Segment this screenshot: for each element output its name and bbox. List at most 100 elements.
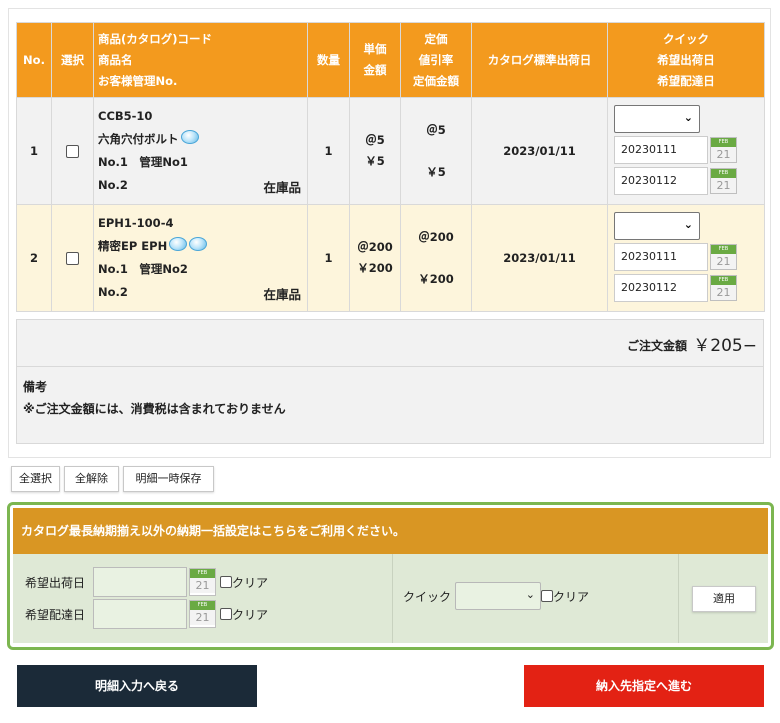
calendar-icon[interactable]: FEB 21: [189, 568, 216, 596]
row-qty: 1: [307, 204, 350, 312]
product-code: CCB5-10: [98, 109, 153, 123]
stock-status: 在庫品: [263, 180, 301, 195]
table-row: 1 CCB5-10 六角穴付ボルト No.1 管理No1 No.2 在庫品 1 …: [16, 97, 765, 205]
unit-price-cell: ＠5 ￥5: [349, 97, 401, 205]
bulk-ship-input[interactable]: [93, 567, 187, 597]
save-temp-button[interactable]: 明細一時保存: [123, 466, 214, 492]
calendar-icon[interactable]: FEB 21: [710, 274, 737, 301]
delivery-date-input[interactable]: 20230112: [614, 166, 708, 195]
quick-select[interactable]: ⌄: [614, 104, 700, 133]
list-price: ＠5: [426, 122, 446, 137]
product-cell: CCB5-10 六角穴付ボルト No.1 管理No1 No.2 在庫品: [93, 97, 308, 205]
calendar-icon[interactable]: FEB 21: [189, 600, 216, 628]
header-list-price: 定価 値引率 定価金額: [400, 22, 472, 98]
product-name: 六角穴付ボルト: [98, 132, 179, 146]
calendar-icon[interactable]: FEB 21: [710, 136, 737, 163]
header-unit: 単価: [363, 42, 387, 56]
proceed-to-delivery-button[interactable]: 納入先指定へ進む: [524, 665, 764, 707]
header-unit-price: 単価 金額: [349, 22, 401, 98]
calendar-day: 21: [711, 177, 736, 193]
ship-date-row: 20230111 FEB 21: [614, 135, 764, 164]
bulk-delivery-input[interactable]: [93, 599, 187, 629]
bulk-ship-row: 希望出荷日 FEB 21 クリア: [25, 567, 268, 597]
bulk-delivery-clear-checkbox[interactable]: [220, 608, 232, 620]
header-quick-label: クイック: [663, 31, 709, 46]
deselect-all-button[interactable]: 全解除: [64, 466, 119, 492]
header-customer-mgmt: お客様管理No.: [98, 73, 178, 88]
header-ship-date: 希望出荷日: [657, 52, 715, 67]
delivery-date-row: 20230112 FEB 21: [614, 273, 764, 302]
back-to-detail-button[interactable]: 明細入力へ戻る: [17, 665, 257, 707]
bulk-quick-clear-label: クリア: [553, 589, 590, 604]
discount-rate: [401, 248, 471, 269]
table-row: 2 EPH1-100-4 精密EP EPH No.1 管理No2 No.2 在庫…: [16, 204, 765, 312]
row-select-checkbox[interactable]: [66, 252, 79, 265]
bulk-ship-clear-checkbox[interactable]: [220, 576, 232, 588]
bulk-header: カタログ最長納期揃え以外の納期一括設定はこちらをご利用ください。: [13, 508, 768, 554]
unit-price: ＠5: [365, 133, 385, 147]
list-price-cell: ＠200 ￥200: [400, 204, 472, 312]
apply-button[interactable]: 適用: [692, 586, 756, 612]
order-total-box: ご注文金額 ￥205−: [16, 319, 764, 367]
calendar-month: FEB: [711, 275, 736, 285]
row-no: 2: [16, 204, 52, 312]
delivery-date-input[interactable]: 20230112: [614, 273, 708, 302]
calendar-day: 21: [190, 610, 215, 625]
customer-mgmt-no: No.1 管理No2: [98, 262, 188, 276]
calendar-day: 21: [190, 578, 215, 593]
speech-bubble-icon[interactable]: [169, 236, 188, 251]
product-code: EPH1-100-4: [98, 216, 174, 230]
product-name-line: 六角穴付ボルト: [98, 128, 307, 151]
header-qty: 数量: [307, 22, 350, 98]
amount: ￥5: [365, 154, 385, 168]
select-all-button[interactable]: 全選択: [11, 466, 60, 492]
chat-bubble-icon[interactable]: [189, 236, 208, 251]
customer-mgmt-no: No.1 管理No1: [98, 155, 188, 169]
calendar-icon[interactable]: FEB 21: [710, 243, 737, 270]
calendar-day: 21: [711, 284, 736, 300]
order-total-label: ご注文金額: [626, 339, 687, 353]
discount-rate: [401, 141, 471, 162]
order-total-value: ￥205−: [693, 336, 757, 356]
calendar-month: FEB: [711, 168, 736, 178]
chevron-down-icon: ⌄: [683, 110, 693, 124]
calendar-day: 21: [711, 253, 736, 269]
row-select-checkbox[interactable]: [66, 145, 79, 158]
notes-text: ※ご注文金額には、消費税は含まれておりません: [23, 402, 286, 416]
bulk-date-cell: 希望出荷日 FEB 21 クリア 希望配達日 FEB 21 クリア: [13, 554, 393, 643]
stock-status: 在庫品: [263, 287, 301, 302]
bulk-delivery-clear-label: クリア: [232, 607, 269, 622]
bulk-ship-clear-label: クリア: [232, 575, 269, 590]
product-name: 精密EP EPH: [98, 239, 168, 253]
bulk-quick-row: クイック ⌄ クリア: [403, 582, 589, 610]
row-select-cell: [51, 97, 94, 205]
header-delivery-date: 希望配達日: [657, 73, 715, 88]
header-product: 商品(カタログ)コード 商品名 お客様管理No.: [93, 22, 308, 98]
product-name-line: 精密EP EPH: [98, 235, 307, 258]
bulk-body: 希望出荷日 FEB 21 クリア 希望配達日 FEB 21 クリア クイック ⌄ ク…: [13, 554, 768, 643]
ship-date-input[interactable]: 20230111: [614, 135, 708, 164]
list-price-cell: ＠5 ￥5: [400, 97, 472, 205]
bulk-quick-select[interactable]: ⌄: [455, 582, 542, 610]
ship-date-input[interactable]: 20230111: [614, 242, 708, 271]
bulk-delivery-label: 希望配達日: [25, 607, 86, 622]
catalog-ship-date: 2023/01/11: [471, 97, 608, 205]
calendar-month: FEB: [711, 137, 736, 147]
bulk-quick-cell: クイック ⌄ クリア: [393, 554, 679, 643]
quick-cell: ⌄ 20230111 FEB 21 20230112 FEB 21: [607, 97, 765, 205]
calendar-icon[interactable]: FEB 21: [710, 167, 737, 194]
row-select-cell: [51, 204, 94, 312]
header-amount: 金額: [363, 63, 387, 77]
speech-bubble-icon[interactable]: [180, 129, 199, 144]
catalog-ship-date: 2023/01/11: [471, 204, 608, 312]
chevron-down-icon: ⌄: [525, 588, 536, 601]
quick-select[interactable]: ⌄: [614, 211, 700, 240]
list-amount: ￥200: [418, 271, 454, 286]
header-product-name: 商品名: [98, 52, 133, 67]
calendar-day: 21: [711, 146, 736, 162]
header-select: 選択: [51, 22, 94, 98]
row-no: 1: [16, 97, 52, 205]
header-list: 定価: [424, 31, 448, 46]
bulk-quick-clear-checkbox[interactable]: [541, 590, 554, 602]
header-product-code: 商品(カタログ)コード: [98, 31, 213, 46]
